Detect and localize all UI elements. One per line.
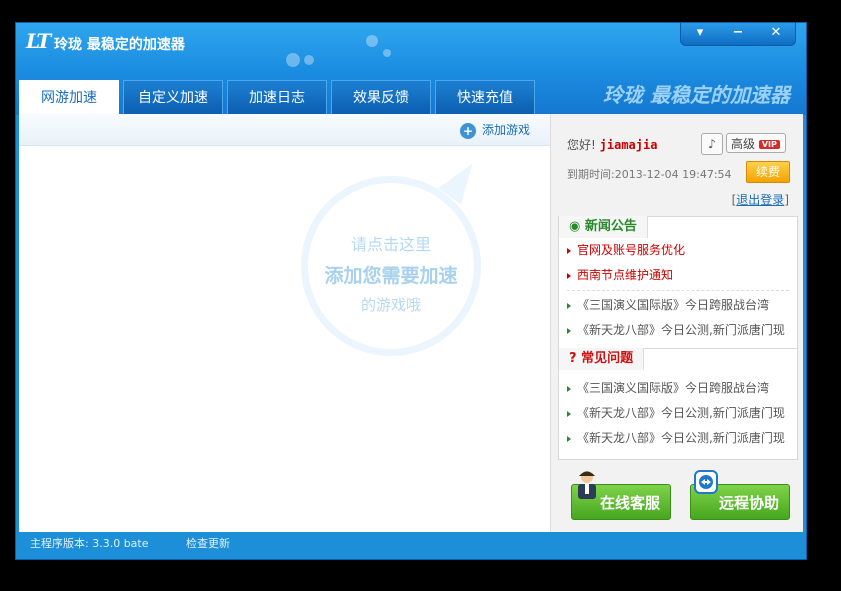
game-toolbar: + 添加游戏: [19, 114, 550, 146]
decor-bubble: [286, 53, 300, 67]
logout-label[interactable]: 退出登录: [736, 193, 784, 207]
divider: [567, 290, 789, 291]
bullet-icon: [567, 385, 571, 392]
add-game-label: 添加游戏: [481, 123, 530, 137]
menu-icon[interactable]: ▾: [681, 23, 719, 45]
app-logo: LT: [26, 29, 51, 53]
window-controls: ▾ − ✕: [680, 23, 796, 46]
tab-online-games[interactable]: 网游加速: [19, 80, 119, 114]
news-title: ◉ 新闻公告: [559, 216, 648, 238]
faq-item[interactable]: 《新天龙八部》今日公测,新门派唐门现: [559, 426, 797, 451]
remote-help-button[interactable]: 远程协助: [690, 470, 790, 520]
vip-badge: VIP: [758, 139, 780, 149]
title-bar[interactable]: LT 玲珑 最稳定的加速器 ▾ − ✕ 玲珑 最稳定的加速器 网游加速 自定义加…: [16, 23, 806, 115]
hint-line-2: 添加您需要加速: [324, 265, 458, 287]
bullet-icon: [567, 247, 571, 254]
logout-bracket-close: ]: [784, 193, 789, 207]
teamviewer-icon: [694, 470, 718, 494]
hint-line-1: 请点击这里: [350, 235, 431, 254]
plus-icon: +: [459, 122, 476, 139]
tab-recharge[interactable]: 快速充值: [435, 80, 535, 114]
bullet-icon: [567, 435, 571, 442]
close-icon[interactable]: ✕: [757, 23, 795, 45]
faq-panel: ? 常见问题 《三国演义国际版》今日跨服战台湾 《新天龙八部》今日公测,新门派唐…: [558, 348, 798, 460]
remote-help-label: 远程协助: [718, 494, 779, 512]
news-item[interactable]: 西南节点维护通知: [559, 263, 797, 288]
news-item[interactable]: 《三国演义国际版》今日跨服战台湾: [559, 293, 797, 318]
add-game-hint[interactable]: 请点击这里 添加您需要加速 的游戏哦: [301, 176, 481, 356]
speaker-icon[interactable]: ♪: [701, 133, 723, 155]
add-game-button[interactable]: + 添加游戏: [459, 121, 530, 139]
app-title: 玲珑 最稳定的加速器: [54, 37, 185, 53]
customer-service-button[interactable]: 在线客服: [571, 471, 671, 520]
advanced-vip-button[interactable]: 高级 VIP: [726, 133, 786, 153]
username: jiamajia: [599, 138, 658, 152]
bullet-icon: [567, 410, 571, 417]
status-bar: 主程序版本: 3.3.0 bate 检查更新: [16, 533, 806, 559]
bullet-icon: [567, 327, 571, 334]
tab-bar: 网游加速 自定义加速 加速日志 效果反馈 快速充值: [19, 80, 539, 114]
slogan: 玲珑 最稳定的加速器: [603, 83, 790, 107]
news-item[interactable]: 官网及账号服务优化: [559, 238, 797, 263]
expire-time: 到期时间:2013-12-04 19:47:54: [567, 168, 732, 181]
renew-button[interactable]: 续费: [746, 161, 790, 183]
tab-accel-log[interactable]: 加速日志: [227, 80, 327, 114]
check-update-link[interactable]: 检查更新: [186, 533, 230, 555]
faq-title: ? 常见问题: [559, 348, 645, 370]
faq-item[interactable]: 《三国演义国际版》今日跨服战台湾: [559, 376, 797, 401]
version-text: 主程序版本: 3.3.0 bate: [30, 537, 149, 550]
agent-avatar-icon: [578, 471, 596, 499]
hint-line-3: 的游戏哦: [360, 296, 421, 314]
decor-bubble: [383, 49, 391, 57]
greeting-label: 您好!: [567, 138, 596, 152]
game-list-area: + 添加游戏 请点击这里 添加您需要加速 的游戏哦: [19, 114, 550, 532]
news-item[interactable]: 《新天龙八部》今日公测,新门派唐门现: [559, 318, 797, 343]
app-window: LT 玲珑 最稳定的加速器 ▾ − ✕ 玲珑 最稳定的加速器 网游加速 自定义加…: [15, 22, 807, 560]
faq-item[interactable]: 《新天龙八部》今日公测,新门派唐门现: [559, 401, 797, 426]
decor-bubble: [304, 55, 314, 65]
customer-service-label: 在线客服: [599, 494, 660, 512]
side-panel: 您好! jiamajia ♪ 高级 VIP 到期时间:2013-12-04 19…: [550, 114, 803, 532]
advanced-label: 高级: [731, 137, 756, 151]
tab-feedback[interactable]: 效果反馈: [331, 80, 431, 114]
logout-link[interactable]: [退出登录]: [732, 191, 789, 208]
news-panel: ◉ 新闻公告 官网及账号服务优化 西南节点维护通知 《三国演义国际版》今日跨服战…: [558, 216, 798, 350]
bullet-icon: [567, 302, 571, 309]
decor-bubble: [366, 35, 378, 47]
greeting: 您好! jiamajia: [567, 136, 657, 153]
bullet-icon: [567, 272, 571, 279]
tab-custom-accel[interactable]: 自定义加速: [123, 80, 223, 114]
minimize-icon[interactable]: −: [719, 23, 757, 45]
